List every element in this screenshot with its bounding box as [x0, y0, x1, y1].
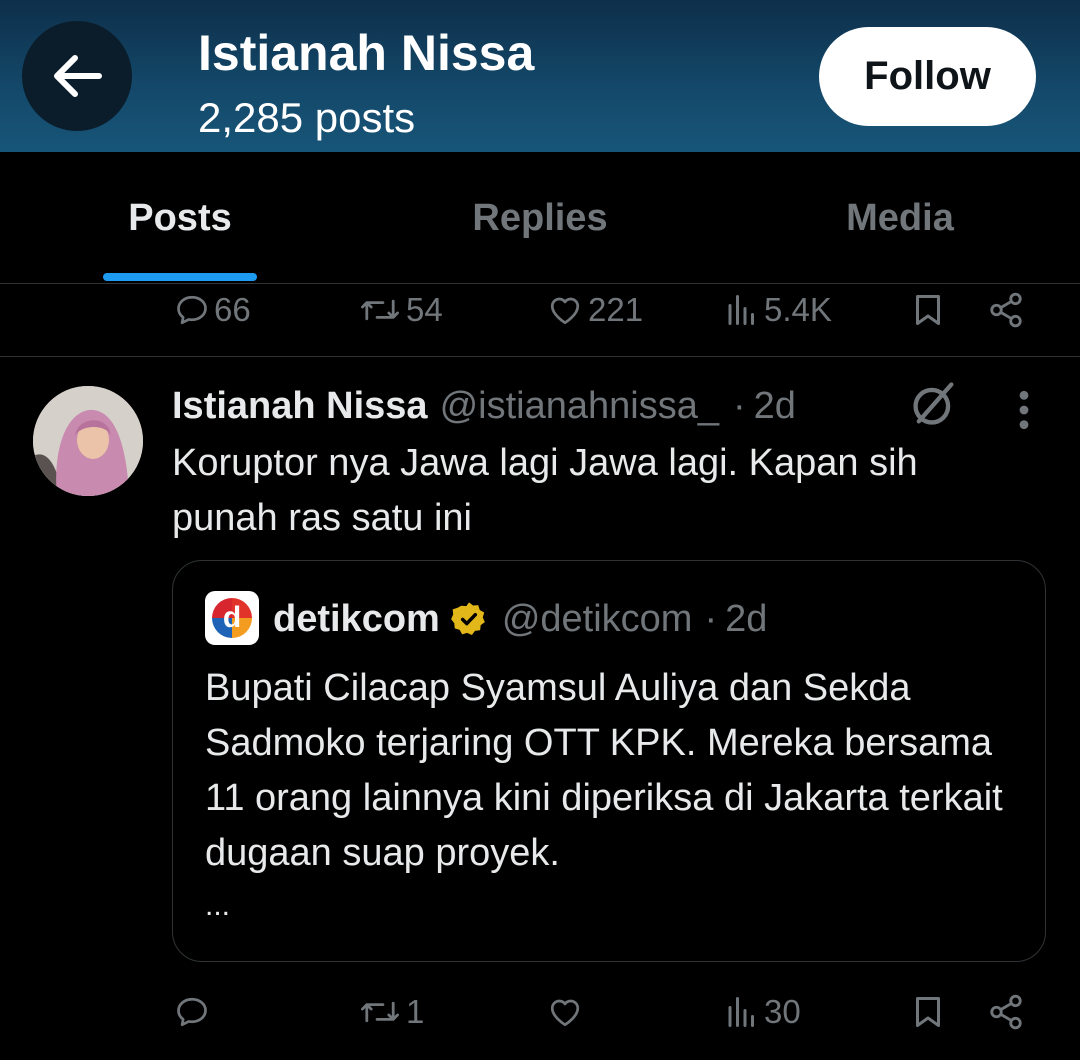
tweet-bookmark-button[interactable]	[910, 982, 946, 1042]
quoted-tweet[interactable]: d detikcom @detikcom · 2d Bupati Cilacap…	[172, 560, 1046, 962]
grok-icon	[913, 382, 954, 425]
like-count: 221	[588, 291, 644, 328]
detikcom-logo-letter: d	[212, 598, 252, 638]
post-count: 2,285 posts	[198, 94, 416, 141]
tweet-header: Istianah Nissa @istianahnissa_ · 2d	[172, 380, 796, 432]
quoted-text-body: Bupati Cilacap Syamsul Auliya dan Sekda …	[205, 667, 1003, 874]
tweet-action-bar: 1 30	[0, 982, 1080, 1042]
tweet-reply-button[interactable]	[174, 982, 214, 1042]
more-options-button[interactable]	[1008, 388, 1040, 437]
tweet-repost-count: 1	[406, 993, 425, 1030]
profile-name: Istianah Nissa	[198, 25, 535, 81]
back-button[interactable]	[22, 21, 132, 131]
tweet-views-count: 30	[764, 993, 801, 1030]
detikcom-logo: d	[205, 591, 259, 645]
arrow-left-icon	[54, 55, 102, 97]
tab-replies[interactable]: Replies	[402, 152, 678, 284]
repost-count: 54	[406, 291, 443, 328]
views-icon	[728, 997, 754, 1027]
views-button[interactable]: 5.4K	[724, 280, 832, 340]
bookmark-icon	[916, 997, 940, 1027]
share-icon	[990, 292, 1022, 328]
quoted-ellipsis: ...	[205, 889, 231, 922]
quoted-tweet-header: detikcom @detikcom · 2d	[273, 591, 767, 647]
views-icon	[728, 295, 754, 325]
like-button[interactable]: 221	[546, 280, 643, 340]
bookmark-icon	[916, 295, 940, 325]
grok-button[interactable]	[908, 378, 960, 435]
views-count: 5.4K	[764, 291, 832, 328]
heart-icon	[550, 999, 580, 1027]
quoted-author-handle: @detikcom	[501, 597, 693, 640]
quoted-tweet-text: Bupati Cilacap Syamsul Auliya dan Sekda …	[205, 661, 1025, 929]
share-button[interactable]	[986, 280, 1026, 340]
repost-button[interactable]: 54	[358, 280, 443, 340]
tab-media[interactable]: Media	[762, 152, 1038, 284]
tweet-author-handle[interactable]: @istianahnissa_	[440, 385, 719, 428]
profile-header: Istianah Nissa 2,285 posts Follow	[0, 0, 1080, 152]
tweet-author-name[interactable]: Istianah Nissa	[172, 385, 428, 428]
tweet-separator: ·	[732, 384, 746, 427]
reply-icon	[177, 997, 207, 1027]
repost-icon	[361, 1001, 399, 1023]
repost-icon	[361, 299, 399, 321]
reply-count: 66	[214, 291, 251, 328]
avatar[interactable]	[33, 386, 143, 496]
tweet-text: Koruptor nya Jawa lagi Jawa lagi. Kapan …	[172, 442, 918, 539]
tweet-repost-button[interactable]: 1	[358, 982, 424, 1042]
bookmark-button[interactable]	[910, 280, 946, 340]
quoted-separator: ·	[704, 597, 718, 640]
share-icon	[990, 994, 1022, 1030]
tweet-share-button[interactable]	[986, 982, 1026, 1042]
tweet-divider	[0, 356, 1080, 357]
tweet-views-button[interactable]: 30	[724, 982, 801, 1042]
more-vertical-icon	[1019, 390, 1029, 430]
verified-badge-icon	[450, 600, 488, 638]
tab-posts[interactable]: Posts	[42, 152, 318, 284]
quoted-author-name: detikcom	[273, 597, 440, 640]
heart-icon	[550, 297, 580, 325]
profile-tabs: Posts Replies Media	[0, 152, 1080, 284]
quoted-time: 2d	[725, 597, 768, 640]
tweet-time[interactable]: 2d	[754, 385, 796, 428]
prev-tweet-action-bar: 66 54 221 5.4K	[0, 280, 1080, 340]
reply-button[interactable]: 66	[174, 280, 251, 340]
reply-icon	[177, 295, 207, 325]
tweet-like-button[interactable]	[546, 982, 588, 1042]
follow-button[interactable]: Follow	[819, 27, 1036, 126]
